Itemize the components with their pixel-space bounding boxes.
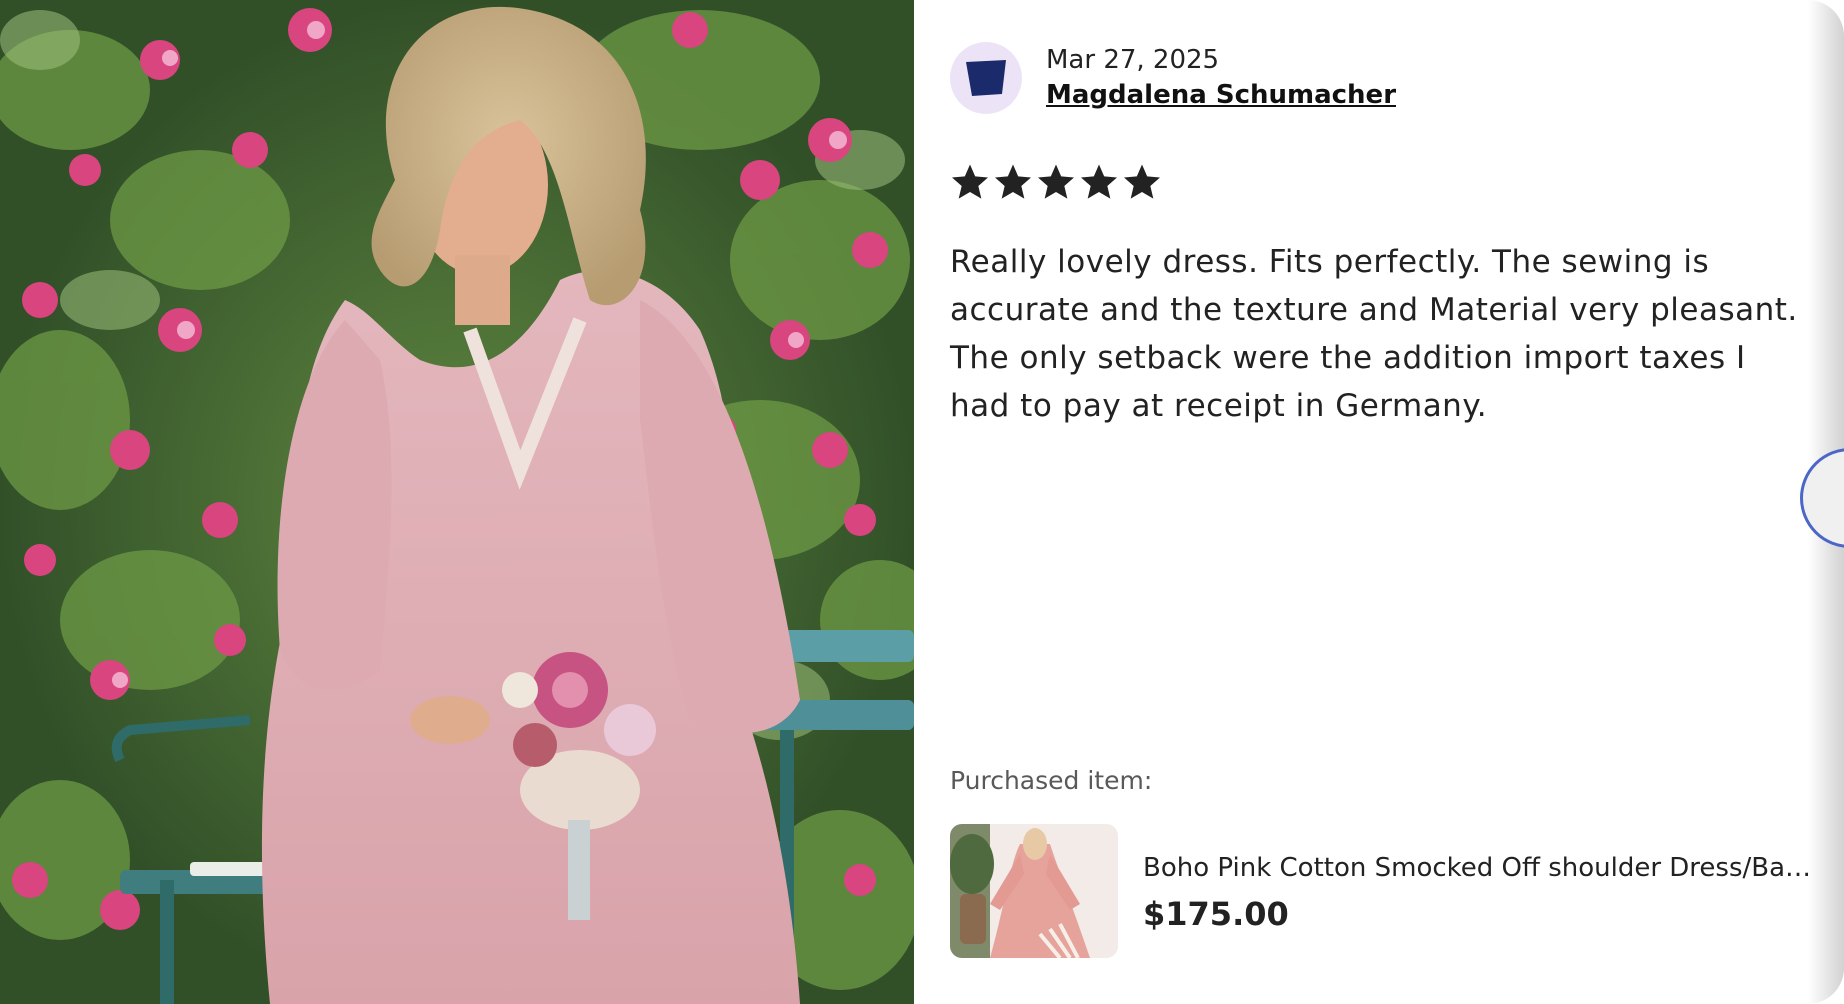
- star-filled-icon: [952, 164, 988, 199]
- avatar: [950, 42, 1022, 114]
- review-photo: [0, 0, 914, 1004]
- star-filled-icon: [1081, 164, 1117, 199]
- star-filled-icon: [1124, 164, 1160, 199]
- product-thumbnail-image: [950, 824, 1118, 958]
- purchased-item-price: $175.00: [1143, 895, 1289, 933]
- star-filled-icon: [995, 164, 1031, 199]
- purchased-item-thumbnail[interactable]: [950, 824, 1118, 958]
- review-text: Really lovely dress. Fits perfectly. The…: [950, 244, 1798, 424]
- purchased-item-label: Purchased item:: [950, 766, 1153, 795]
- reviewer-name-link[interactable]: Magdalena Schumacher: [1046, 77, 1396, 113]
- review-panel: Mar 27, 2025 Magdalena Schumacher Really…: [914, 0, 1844, 1004]
- purchased-item-title[interactable]: Boho Pink Cotton Smocked Off shoulder Dr…: [1143, 849, 1813, 887]
- abstract-avatar-icon: [966, 60, 1006, 96]
- star-rating: [950, 162, 1165, 202]
- photo-illustration: [0, 0, 914, 1004]
- review-viewer: Mar 27, 2025 Magdalena Schumacher Really…: [0, 0, 1844, 1004]
- purchased-item-card[interactable]: Boho Pink Cotton Smocked Off shoulder Dr…: [950, 824, 1813, 958]
- star-filled-icon: [1038, 164, 1074, 199]
- review-date: Mar 27, 2025: [1046, 45, 1220, 75]
- reviewer-header: Mar 27, 2025 Magdalena Schumacher: [950, 42, 1396, 114]
